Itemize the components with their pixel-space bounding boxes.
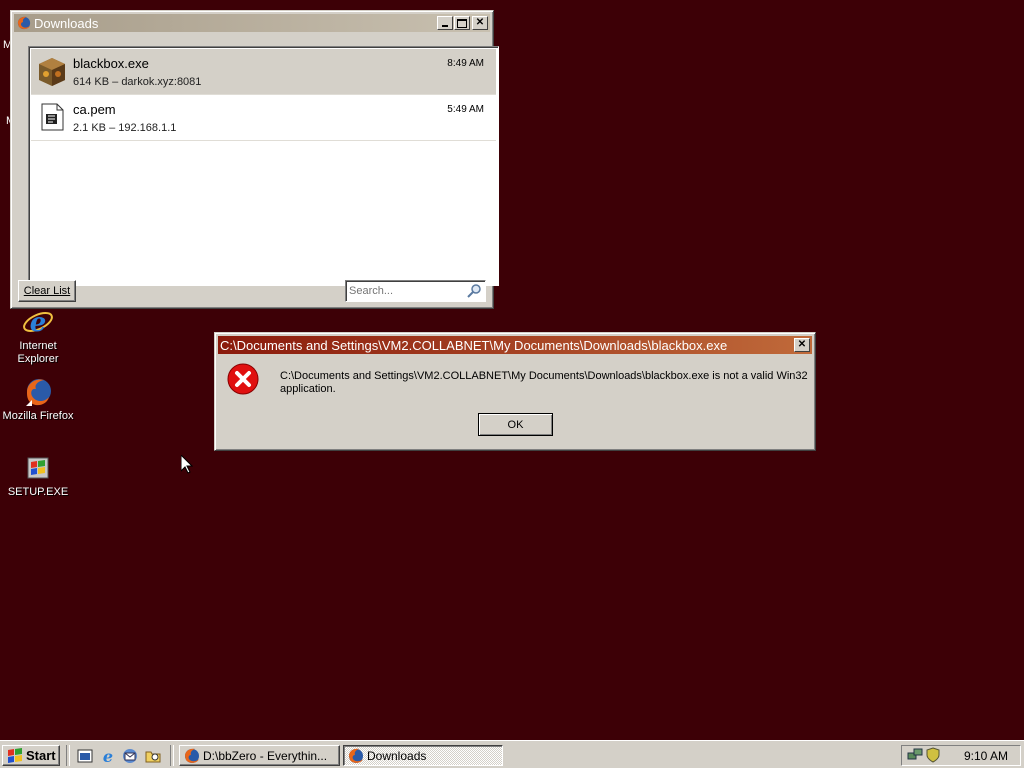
download-time: 5:49 AM (447, 104, 484, 115)
start-button[interactable]: Start (2, 745, 60, 766)
windows-logo-icon (8, 747, 22, 763)
error-message: C:\Documents and Settings\VM2.COLLABNET\… (280, 370, 808, 395)
system-tray: 9:10 AM (901, 745, 1021, 766)
ok-label: OK (507, 418, 524, 431)
svg-text:e: e (103, 747, 113, 765)
close-button[interactable]: ✕ (472, 16, 488, 30)
internet-explorer-icon: e (23, 308, 53, 338)
desktop: M M e Internet Explorer Mozilla Firefox … (0, 0, 1024, 740)
download-item[interactable]: ca.pem 2.1 KB – 192.168.1.1 5:49 AM (31, 95, 496, 141)
desktop-icon-internet-explorer[interactable]: e Internet Explorer (0, 306, 76, 366)
clock: 9:10 AM (963, 749, 1008, 763)
downloads-titlebar[interactable]: Downloads ✕ (14, 14, 490, 32)
dialog-close-button[interactable]: ✕ (794, 338, 810, 352)
taskbar-button-label: D:\bbZero - Everythin... (203, 748, 328, 763)
desktop-icon-label: Mozilla Firefox (2, 410, 74, 422)
exe-box-icon (39, 58, 65, 86)
clear-list-button[interactable]: Clear List (18, 280, 76, 302)
downloads-window: Downloads ✕ blackbox.exe 614 KB – darkok… (10, 10, 499, 309)
firefox-icon (17, 16, 31, 30)
minimize-button[interactable] (437, 16, 453, 30)
maximize-button[interactable] (454, 16, 470, 30)
windows-setup-icon (27, 457, 49, 479)
taskbar-button-label: Downloads (367, 748, 427, 763)
maximize-icon (457, 18, 467, 28)
search-field[interactable] (345, 280, 486, 302)
download-item[interactable]: blackbox.exe 614 KB – darkok.xyz:8081 8:… (31, 49, 496, 95)
internet-explorer-icon[interactable]: e (99, 747, 117, 765)
svg-text:e: e (30, 308, 47, 338)
search-input[interactable] (349, 283, 461, 299)
network-icon[interactable] (907, 747, 923, 763)
close-icon: ✕ (475, 17, 485, 28)
error-icon (227, 363, 259, 395)
taskbar: Start e D:\bbZero - Everythin... Downloa… (0, 740, 1024, 768)
ok-button[interactable]: OK (478, 413, 553, 436)
dialog-title: C:\Documents and Settings\VM2.COLLABNET\… (220, 337, 728, 353)
download-meta: 2.1 KB – 192.168.1.1 (73, 122, 177, 134)
minimize-icon (442, 25, 448, 27)
desktop-icon-label: SETUP.EXE (7, 486, 69, 498)
mouse-cursor-icon (181, 455, 193, 474)
security-shield-icon[interactable] (925, 747, 941, 763)
download-filename: blackbox.exe (73, 56, 149, 71)
window-title: Downloads (34, 15, 99, 31)
download-time: 8:49 AM (447, 58, 484, 69)
document-icon (41, 103, 64, 131)
close-icon: ✕ (797, 339, 807, 350)
firefox-icon (26, 379, 51, 406)
downloads-list: blackbox.exe 614 KB – darkok.xyz:8081 8:… (28, 46, 499, 286)
firefox-icon (349, 748, 363, 763)
download-filename: ca.pem (73, 102, 116, 117)
desktop-icon-firefox[interactable]: Mozilla Firefox (0, 376, 76, 423)
show-desktop-icon[interactable] (76, 747, 94, 765)
firefox-icon (185, 748, 199, 763)
taskbar-separator (170, 745, 174, 766)
desktop-icon-label: Internet Explorer (17, 340, 59, 365)
taskbar-button-bbzero[interactable]: D:\bbZero - Everythin... (179, 745, 340, 766)
search-icon[interactable] (466, 283, 482, 299)
download-meta: 614 KB – darkok.xyz:8081 (73, 76, 202, 88)
explorer-icon[interactable] (144, 747, 162, 765)
desktop-icon-setup[interactable]: SETUP.EXE (0, 452, 76, 499)
outlook-express-icon[interactable] (121, 747, 139, 765)
error-dialog: C:\Documents and Settings\VM2.COLLABNET\… (214, 332, 816, 451)
clear-list-label: Clear List (23, 285, 71, 297)
taskbar-separator (66, 745, 70, 766)
taskbar-button-downloads[interactable]: Downloads (343, 745, 503, 766)
start-label: Start (26, 748, 56, 763)
error-dialog-titlebar[interactable]: C:\Documents and Settings\VM2.COLLABNET\… (218, 336, 812, 354)
